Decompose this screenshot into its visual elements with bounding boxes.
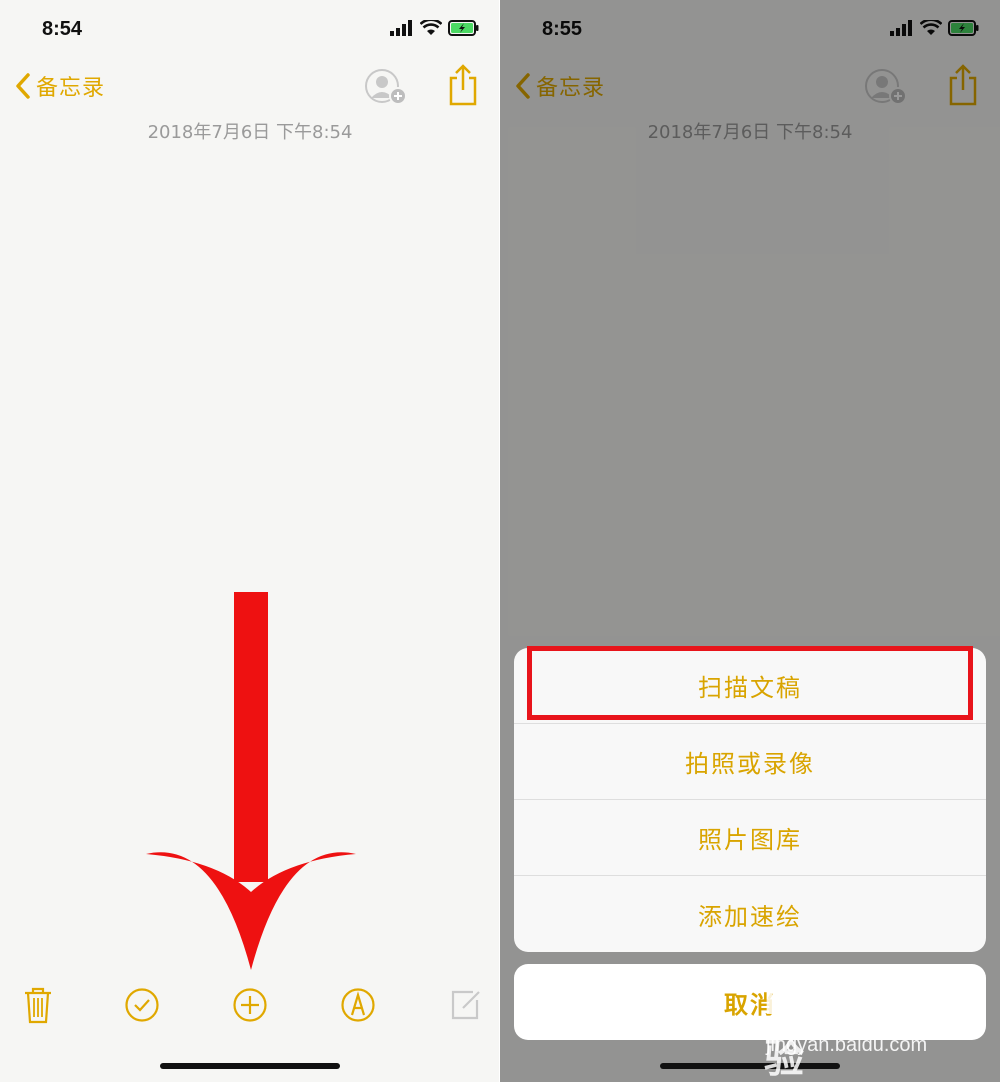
wifi-icon xyxy=(420,20,442,35)
add-people-button[interactable] xyxy=(364,68,410,108)
battery-charging-icon xyxy=(448,20,479,36)
action-photo-library[interactable]: 照片图库 xyxy=(514,800,986,876)
plus-circle-icon xyxy=(233,988,267,1022)
baidu-watermark: Bai du 经验 jingyan.baidu.com xyxy=(764,968,984,1081)
note-date: 2018年7月6日 下午8:54 xyxy=(147,122,353,143)
share-button[interactable] xyxy=(448,64,478,106)
status-icons xyxy=(390,20,480,36)
add-person-icon xyxy=(365,69,407,105)
home-indicator xyxy=(160,1063,340,1069)
share-icon xyxy=(449,64,477,106)
signal-icon xyxy=(390,20,412,36)
notes-screen-left: 8:54 备忘录 2018年7月6日 下午8:54 xyxy=(0,0,500,1082)
compose-icon xyxy=(451,990,480,1020)
back-button[interactable]: 备忘录 xyxy=(14,70,105,102)
red-arrow-annotation xyxy=(146,592,356,970)
back-label: 备忘录 xyxy=(36,76,106,101)
watermark-url: jingyan.baidu.com xyxy=(766,1034,928,1056)
watermark-brand: Bai du 经验 xyxy=(764,979,946,1081)
status-time: 8:54 xyxy=(42,18,83,40)
markup-button[interactable] xyxy=(338,984,378,1026)
checklist-button[interactable] xyxy=(122,984,162,1026)
chevron-left-icon xyxy=(16,73,30,99)
pen-tip-circle-icon xyxy=(341,988,375,1022)
action-add-sketch[interactable]: 添加速绘 xyxy=(514,876,986,952)
add-attachment-button[interactable] xyxy=(230,984,270,1026)
action-take-photo-or-video[interactable]: 拍照或录像 xyxy=(514,724,986,800)
highlight-box xyxy=(527,646,973,720)
trash-icon xyxy=(25,987,51,1024)
notes-screen-right: 8:55 备忘录 2018年7月6日 下午8:54 扫描文稿 拍照或录像 照片图… xyxy=(500,0,1000,1082)
compose-button[interactable] xyxy=(446,984,486,1026)
delete-button[interactable] xyxy=(18,984,58,1026)
checkmark-circle-icon xyxy=(125,988,159,1022)
bottom-toolbar xyxy=(0,984,500,1030)
